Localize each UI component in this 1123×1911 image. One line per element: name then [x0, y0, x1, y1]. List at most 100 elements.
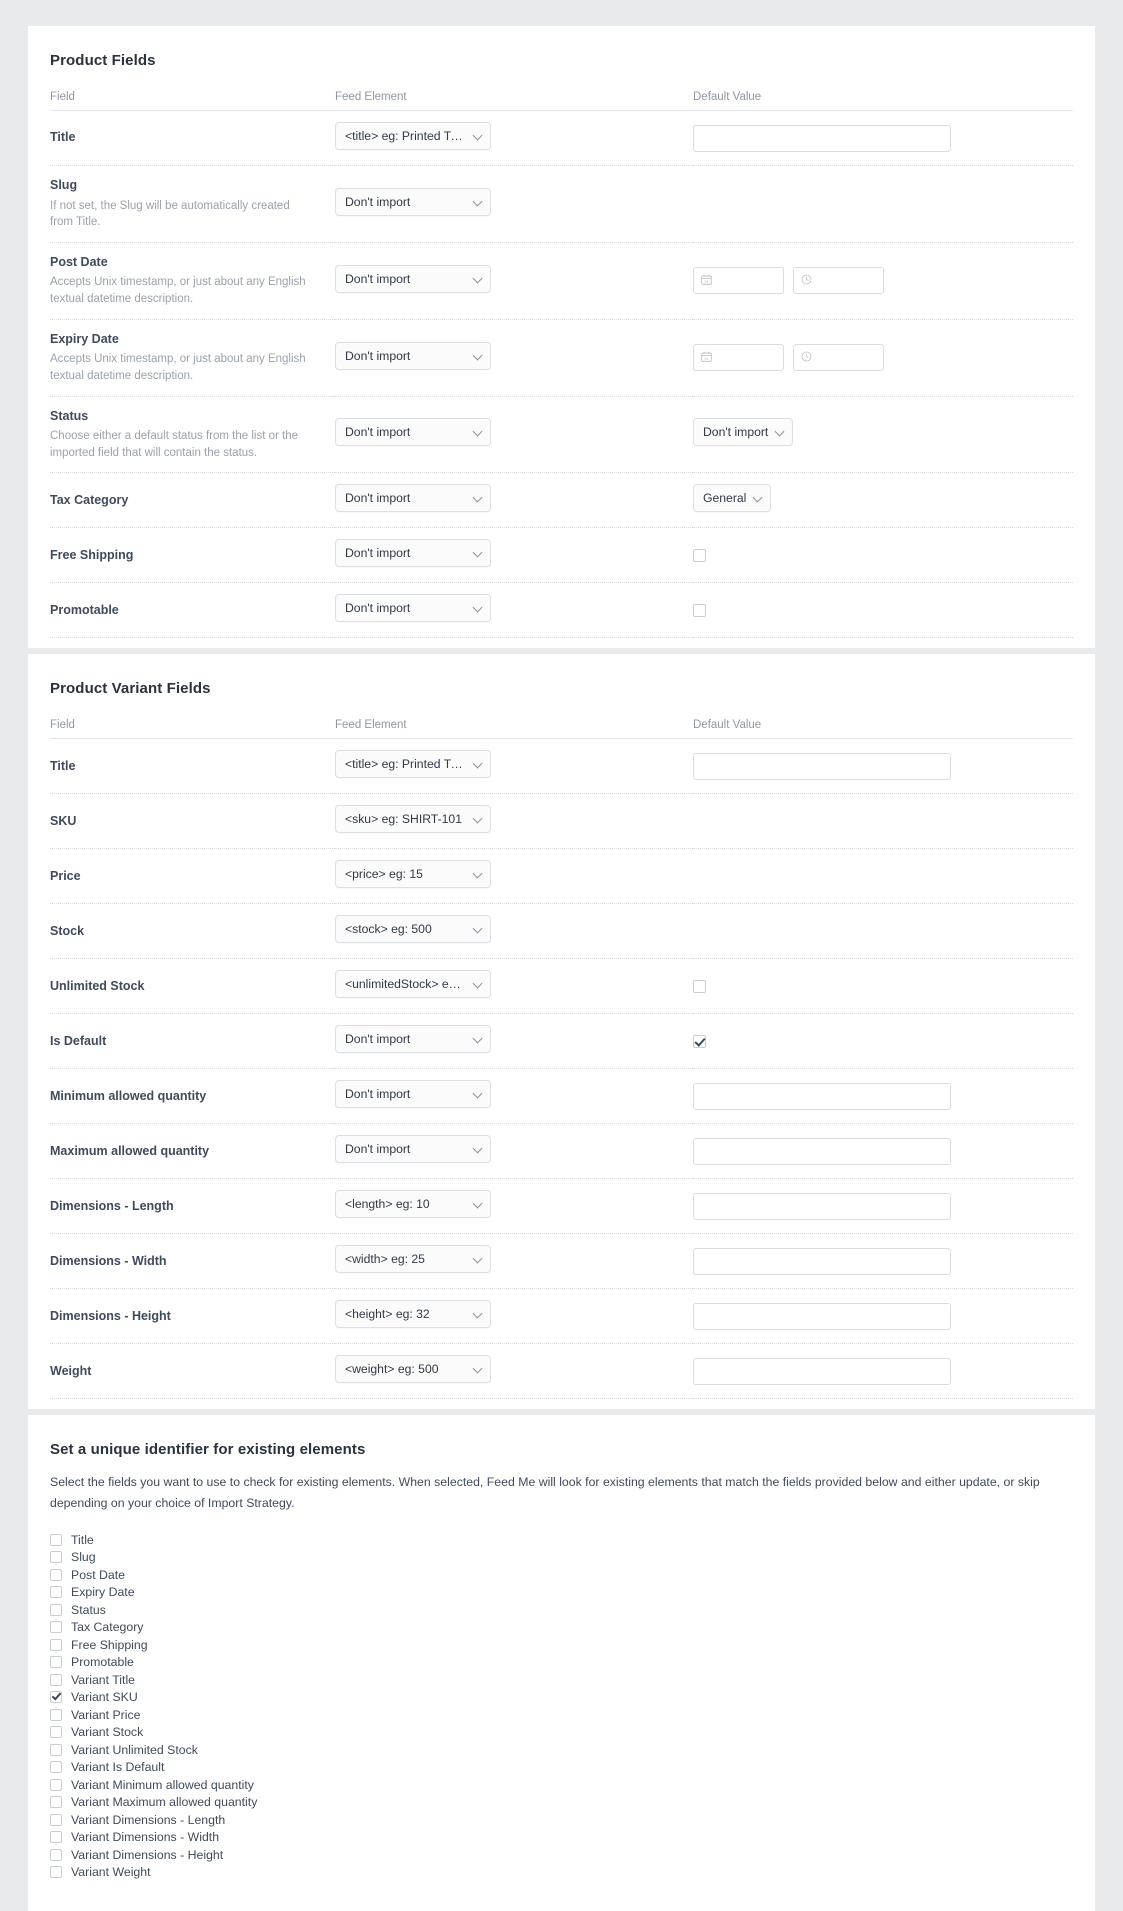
unique-identifier-option[interactable]: Free Shipping	[50, 1636, 1073, 1654]
default-value-checkbox[interactable]	[693, 1034, 706, 1048]
unique-identifier-checkbox[interactable]	[50, 1533, 62, 1546]
unique-identifier-option[interactable]: Expiry Date	[50, 1583, 1073, 1601]
unique-identifier-label: Free Shipping	[71, 1637, 148, 1652]
feed-element-select[interactable]: <title> eg: Printed T-Shirt	[335, 750, 491, 779]
unique-identifier-label: Variant SKU	[71, 1690, 138, 1705]
unique-identifier-checkbox[interactable]	[50, 1813, 62, 1826]
feed-element-cell: <weight> eg: 500	[335, 1343, 693, 1400]
field-label: Dimensions - Length	[50, 1198, 174, 1213]
unique-identifier-checkbox[interactable]	[50, 1796, 62, 1809]
table-row: Status Choose either a default status fro…	[50, 396, 1073, 474]
default-value-input[interactable]	[693, 1247, 951, 1275]
default-value-select[interactable]: Don't import	[693, 418, 794, 447]
unique-identifier-option[interactable]: Variant Dimensions - Width	[50, 1828, 1073, 1846]
unique-identifier-option[interactable]: Title	[50, 1531, 1073, 1549]
default-value-cell	[693, 903, 1073, 960]
unique-identifier-option[interactable]: Variant Dimensions - Length	[50, 1811, 1073, 1829]
feed-element-select[interactable]: <stock> eg: 500	[335, 915, 491, 944]
feed-element-select[interactable]: Don't import	[335, 539, 491, 568]
table-row: Title <title> eg: Printed T-Shirt	[50, 738, 1073, 795]
table-row: Maximum allowed quantity Don't import	[50, 1123, 1073, 1180]
unique-identifier-checkbox[interactable]	[50, 1691, 62, 1704]
unique-identifier-option[interactable]: Variant Price	[50, 1706, 1073, 1724]
feed-element-select[interactable]: Don't import	[335, 484, 491, 513]
feed-element-select[interactable]: <price> eg: 15	[335, 860, 491, 889]
default-value-input[interactable]	[693, 124, 951, 152]
unique-identifier-option[interactable]: Variant Stock	[50, 1723, 1073, 1741]
feed-element-cell: Don't import	[335, 582, 693, 639]
table-row: Dimensions - Width <width> eg: 25	[50, 1233, 1073, 1290]
unique-identifier-option[interactable]: Status	[50, 1601, 1073, 1619]
default-time-input[interactable]	[793, 267, 884, 295]
unique-identifier-option[interactable]: Variant Weight	[50, 1863, 1073, 1881]
unique-identifier-option[interactable]: Variant Unlimited Stock	[50, 1741, 1073, 1759]
default-value-checkbox[interactable]	[693, 979, 706, 993]
feed-element-select[interactable]: Don't import	[335, 594, 491, 623]
unique-identifier-checkbox[interactable]	[50, 1708, 62, 1721]
default-value-input[interactable]	[693, 1082, 951, 1110]
default-date-input[interactable]: 31	[693, 267, 784, 295]
feed-element-select-value: <title> eg: Printed T-Shirt	[345, 757, 480, 772]
feed-element-select[interactable]: Don't import	[335, 1135, 491, 1164]
feed-element-select[interactable]: <title> eg: Printed T-Shirt	[335, 122, 491, 150]
default-value-checkbox[interactable]	[693, 548, 706, 562]
feed-element-select[interactable]: Don't import	[335, 341, 491, 370]
default-value-cell: 31	[693, 319, 1073, 397]
unique-identifier-checkbox[interactable]	[50, 1568, 62, 1581]
unique-identifier-checkbox[interactable]	[50, 1586, 62, 1599]
feed-element-select[interactable]: <unlimitedStock> eg: 1	[335, 970, 491, 999]
field-cell: Promotable	[50, 582, 335, 639]
feed-element-select[interactable]: <height> eg: 32	[335, 1300, 491, 1329]
feed-element-select[interactable]: Don't import	[335, 1025, 491, 1054]
default-value-input[interactable]	[693, 1192, 951, 1220]
unique-identifier-option[interactable]: Variant Maximum allowed quantity	[50, 1793, 1073, 1811]
unique-identifier-checkbox[interactable]	[50, 1743, 62, 1756]
unique-identifier-checkbox[interactable]	[50, 1673, 62, 1686]
unique-identifier-option[interactable]: Slug	[50, 1548, 1073, 1566]
field-label: Slug	[50, 178, 78, 192]
table-row: Minimum allowed quantity Don't import	[50, 1068, 1073, 1125]
unique-identifier-checkbox[interactable]	[50, 1621, 62, 1634]
unique-identifier-option[interactable]: Variant Title	[50, 1671, 1073, 1689]
unique-identifier-checkbox[interactable]	[50, 1831, 62, 1844]
unique-identifier-checkbox[interactable]	[50, 1551, 62, 1564]
unique-identifier-option[interactable]: Variant Is Default	[50, 1758, 1073, 1776]
unique-identifier-option[interactable]: Tax Category	[50, 1618, 1073, 1636]
product-fields-card: Product Fields Field Feed Element Defaul…	[28, 26, 1095, 649]
feed-element-select[interactable]: <weight> eg: 500	[335, 1355, 491, 1384]
unique-identifier-label: Variant Dimensions - Width	[71, 1830, 220, 1845]
default-value-input[interactable]	[693, 752, 951, 780]
default-value-input[interactable]	[693, 1137, 951, 1165]
feed-element-select[interactable]: Don't import	[335, 1080, 491, 1109]
default-time-input[interactable]	[793, 344, 884, 372]
feed-element-select[interactable]: Don't import	[335, 264, 491, 293]
product-fields-table: Field Feed Element Default Value Title <t…	[50, 91, 1073, 639]
unique-identifier-checkbox[interactable]	[50, 1761, 62, 1774]
unique-identifier-checkbox[interactable]	[50, 1726, 62, 1739]
default-date-input[interactable]: 31	[693, 344, 784, 372]
default-value-cell: 31	[693, 242, 1073, 320]
unique-identifier-checkbox[interactable]	[50, 1848, 62, 1861]
default-value-input[interactable]	[693, 1302, 951, 1330]
unique-identifier-checkbox[interactable]	[50, 1866, 62, 1879]
table-header-row: Field Feed Element Default Value	[50, 91, 1073, 111]
feed-element-select[interactable]: <sku> eg: SHIRT-101	[335, 805, 491, 834]
feed-element-select[interactable]: Don't import	[335, 187, 491, 216]
default-value-checkbox[interactable]	[693, 603, 706, 617]
feed-element-select[interactable]: <width> eg: 25	[335, 1245, 491, 1274]
unique-identifier-label: Variant Is Default	[71, 1760, 165, 1775]
default-value-cell	[693, 1068, 1073, 1125]
unique-identifier-label: Slug	[71, 1550, 96, 1565]
unique-identifier-option[interactable]: Post Date	[50, 1566, 1073, 1584]
feed-element-select[interactable]: Don't import	[335, 418, 491, 447]
unique-identifier-option[interactable]: Variant Dimensions - Height	[50, 1846, 1073, 1864]
unique-identifier-option[interactable]: Promotable	[50, 1653, 1073, 1671]
unique-identifier-checkbox[interactable]	[50, 1603, 62, 1616]
unique-identifier-option[interactable]: Variant SKU	[50, 1688, 1073, 1706]
default-value-cell	[693, 582, 1073, 639]
unique-identifier-checkbox[interactable]	[50, 1656, 62, 1669]
feed-element-select[interactable]: <length> eg: 10	[335, 1190, 491, 1219]
unique-identifier-checkbox[interactable]	[50, 1638, 62, 1651]
default-value-input[interactable]	[693, 1357, 951, 1385]
default-value-select[interactable]: General	[693, 484, 772, 513]
